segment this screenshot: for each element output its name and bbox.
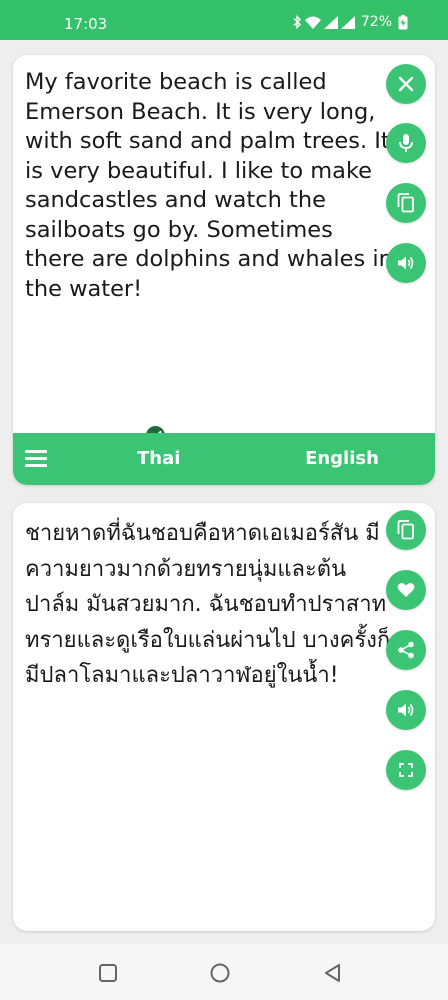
signal-icon (323, 15, 338, 29)
share-button[interactable] (386, 630, 426, 670)
copy-icon (397, 193, 414, 213)
speak-translation-button[interactable] (386, 690, 426, 730)
status-icons: 72% (292, 14, 408, 30)
close-icon (398, 76, 414, 92)
back-icon[interactable] (322, 962, 344, 984)
speaker-icon (398, 256, 414, 270)
language-bar: Thai English (13, 433, 435, 485)
translation-panel: ชายหาดที่ฉันชอบคือหาดเอเมอร์สัน มีความยา… (13, 503, 435, 931)
home-icon[interactable] (209, 962, 231, 984)
battery-percent: 72% (360, 14, 392, 30)
status-time: 17:03 (64, 15, 108, 33)
battery-charging-icon (398, 14, 408, 29)
translated-text: ชายหาดที่ฉันชอบคือหาดเอเมอร์สัน มีความยา… (25, 521, 391, 688)
mic-icon (399, 134, 413, 152)
favorite-button[interactable] (386, 570, 426, 610)
source-panel: My favorite beach is called Emerson Beac… (13, 55, 435, 485)
heart-icon (397, 583, 415, 597)
fullscreen-button[interactable] (386, 750, 426, 790)
fullscreen-icon (399, 763, 413, 777)
recents-icon[interactable] (97, 962, 119, 984)
wifi-icon (304, 16, 321, 29)
speak-source-button[interactable] (386, 243, 426, 283)
signal-icon (340, 15, 355, 29)
share-icon (398, 641, 414, 659)
clear-button[interactable] (386, 64, 426, 104)
source-text[interactable]: My favorite beach is called Emerson Beac… (25, 68, 393, 304)
copy-source-button[interactable] (386, 183, 426, 223)
system-nav-bar (0, 944, 448, 1000)
bluetooth-icon (293, 15, 301, 29)
status-bar: 17:03 72% (0, 0, 448, 40)
target-language-selector[interactable]: English (293, 448, 391, 469)
voice-input-button[interactable] (386, 123, 426, 163)
menu-button[interactable] (25, 448, 51, 470)
source-language-selector[interactable]: Thai (137, 448, 180, 469)
copy-translation-button[interactable] (386, 510, 426, 550)
copy-icon (397, 520, 414, 540)
speaker-icon (398, 703, 414, 717)
